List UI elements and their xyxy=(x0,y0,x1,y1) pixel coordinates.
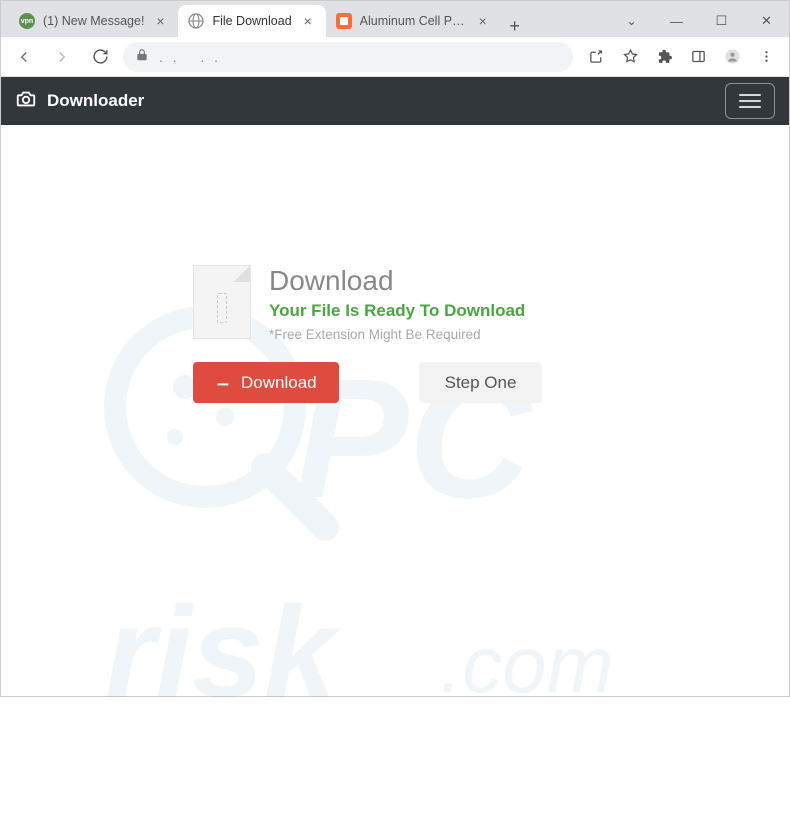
page-content: PC risk .com Download Your File Is Ready… xyxy=(1,265,789,836)
share-icon[interactable] xyxy=(581,42,611,72)
extensions-icon[interactable] xyxy=(649,42,679,72)
button-row: Download Step One xyxy=(193,362,615,403)
page-viewport: Downloader PC risk .com Download Your Fi… xyxy=(1,77,789,696)
chevron-down-icon[interactable]: ⌄ xyxy=(609,5,654,37)
step-one-button[interactable]: Step One xyxy=(419,362,543,403)
svg-text:risk: risk xyxy=(105,579,342,725)
browser-chrome: vpn (1) New Message! × File Download × A… xyxy=(1,1,789,37)
brand: Downloader xyxy=(15,88,144,115)
close-icon[interactable]: × xyxy=(152,13,168,29)
app-icon xyxy=(336,13,352,29)
new-tab-button[interactable]: + xyxy=(501,16,529,37)
step-one-label: Step One xyxy=(445,373,517,393)
minimize-button[interactable]: — xyxy=(654,5,699,37)
kebab-menu-icon[interactable] xyxy=(751,42,781,72)
brand-name: Downloader xyxy=(47,91,144,111)
tab-strip: vpn (1) New Message! × File Download × A… xyxy=(1,1,789,37)
browser-toolbar xyxy=(1,37,789,77)
toolbar-right xyxy=(581,42,781,72)
download-button[interactable]: Download xyxy=(193,362,339,403)
url-input[interactable] xyxy=(159,49,561,65)
reload-button[interactable] xyxy=(85,42,115,72)
menu-toggle-button[interactable] xyxy=(725,83,775,119)
tab-new-message[interactable]: vpn (1) New Message! × xyxy=(9,5,178,37)
site-header: Downloader xyxy=(1,77,789,125)
download-texts: Download Your File Is Ready To Download … xyxy=(269,265,525,342)
file-zip-icon xyxy=(193,265,251,339)
globe-icon xyxy=(188,13,204,29)
forward-button[interactable] xyxy=(47,42,77,72)
back-button[interactable] xyxy=(9,42,39,72)
tab-label: File Download xyxy=(212,14,291,28)
profile-avatar-icon[interactable] xyxy=(717,42,747,72)
close-icon[interactable]: × xyxy=(300,13,316,29)
download-button-label: Download xyxy=(241,373,317,393)
ready-text: Your File Is Ready To Download xyxy=(269,301,525,321)
vpn-icon: vpn xyxy=(19,13,35,29)
close-window-button[interactable]: ✕ xyxy=(744,5,789,37)
camera-icon xyxy=(15,88,37,115)
maximize-button[interactable]: ☐ xyxy=(699,5,744,37)
side-panel-icon[interactable] xyxy=(683,42,713,72)
lock-icon xyxy=(135,48,149,65)
download-title: Download xyxy=(269,265,525,297)
window-controls: ⌄ — ☐ ✕ xyxy=(609,5,789,37)
disclaimer-text: *Free Extension Might Be Required xyxy=(269,327,525,342)
download-panel: Download Your File Is Ready To Download … xyxy=(175,265,615,403)
tab-label: Aluminum Cell Phone H xyxy=(360,14,467,28)
bookmark-star-icon[interactable] xyxy=(615,42,645,72)
tab-aluminum[interactable]: Aluminum Cell Phone H × xyxy=(326,5,501,37)
download-icon xyxy=(215,372,231,393)
address-bar[interactable] xyxy=(123,42,573,72)
tab-label: (1) New Message! xyxy=(43,14,144,28)
svg-text:.com: .com xyxy=(440,620,613,709)
tab-file-download[interactable]: File Download × xyxy=(178,5,325,37)
close-icon[interactable]: × xyxy=(475,13,491,29)
